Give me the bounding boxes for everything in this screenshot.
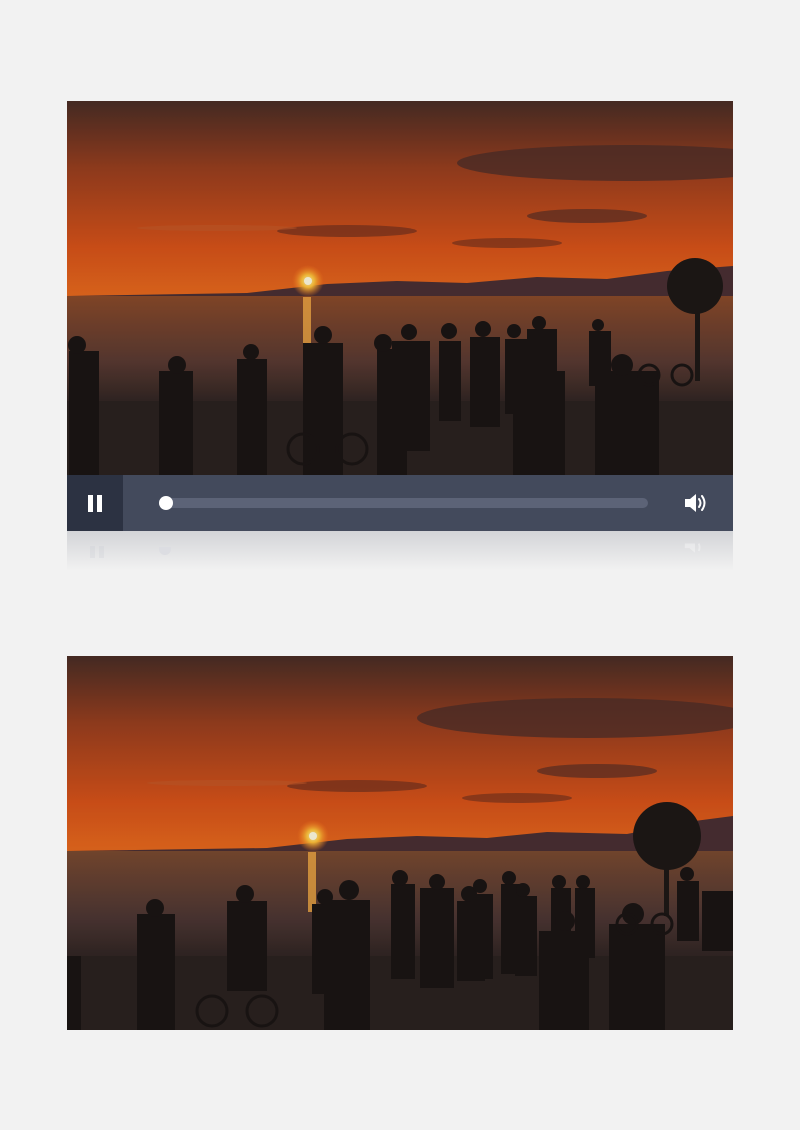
reflection-knob — [159, 547, 171, 555]
reflection-volume-icon — [684, 543, 701, 553]
video-frame[interactable] — [67, 101, 733, 475]
pause-icon — [86, 494, 104, 512]
progress-knob[interactable] — [159, 496, 173, 510]
reflection-pause-icon — [88, 545, 106, 563]
progress-bar[interactable] — [159, 496, 648, 510]
sunset-still-image — [67, 656, 733, 1030]
controls-reflection — [67, 531, 733, 571]
volume-icon — [685, 494, 706, 512]
sunset-photo — [67, 656, 733, 1030]
pause-button[interactable] — [67, 475, 123, 531]
sunset-video-image — [67, 101, 733, 475]
page — [0, 0, 800, 1130]
video-controls-bar — [67, 475, 733, 531]
volume-button[interactable] — [683, 491, 709, 515]
video-player — [67, 101, 733, 531]
